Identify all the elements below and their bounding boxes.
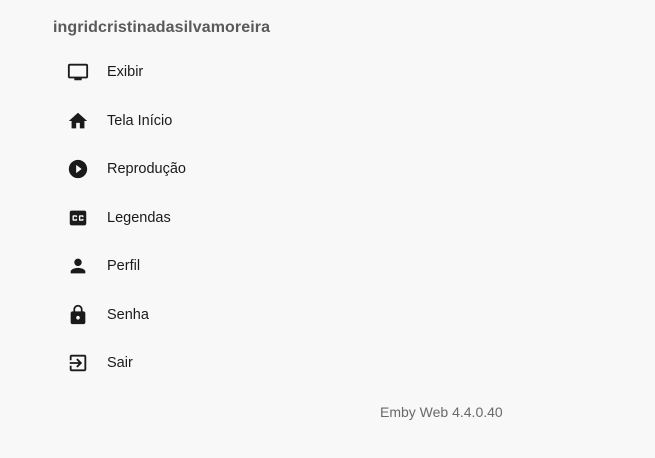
home-icon (60, 109, 96, 133)
menu-item-legendas[interactable]: Legendas (60, 194, 360, 243)
settings-page: ingridcristinadasilvamoreira Exibir Tela… (0, 0, 655, 458)
menu-item-label: Senha (107, 306, 149, 323)
menu-item-label: Reprodução (107, 161, 186, 178)
menu-item-exibir[interactable]: Exibir (60, 48, 360, 97)
lock-icon (60, 303, 96, 327)
closed-caption-icon (60, 206, 96, 230)
menu-item-tela-inicio[interactable]: Tela Início (60, 97, 360, 146)
person-icon (60, 254, 96, 278)
menu-item-perfil[interactable]: Perfil (60, 242, 360, 291)
menu-item-label: Sair (107, 355, 133, 372)
menu-item-reproducao[interactable]: Reprodução (60, 145, 360, 194)
menu-item-sair[interactable]: Sair (60, 339, 360, 388)
menu-item-senha[interactable]: Senha (60, 291, 360, 340)
menu-item-label: Exibir (107, 64, 144, 81)
app-version: Emby Web 4.4.0.40 (380, 404, 503, 420)
play-circle-icon (60, 157, 96, 181)
settings-menu: Exibir Tela Início Reprodução Legendas P (60, 48, 360, 388)
menu-item-label: Tela Início (107, 112, 173, 129)
menu-item-label: Perfil (107, 258, 141, 275)
menu-item-label: Legendas (107, 209, 171, 226)
exit-icon (60, 351, 96, 375)
tv-icon (60, 60, 96, 84)
username-heading: ingridcristinadasilvamoreira (53, 19, 271, 36)
